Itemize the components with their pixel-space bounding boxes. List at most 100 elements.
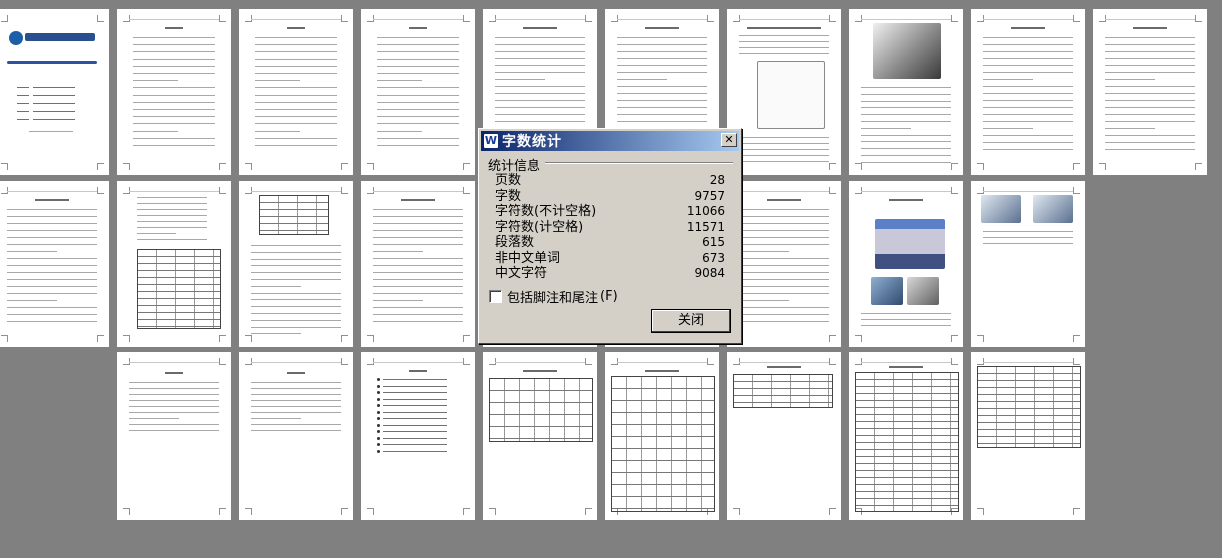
dialog-titlebar[interactable]: W 字数统计 ✕ (481, 131, 739, 151)
text-line (373, 307, 463, 308)
page-thumbnail[interactable] (361, 181, 475, 347)
text-line (739, 307, 829, 308)
text-line (255, 137, 337, 139)
text-line (1105, 44, 1195, 45)
crop-mark (829, 335, 836, 342)
text-line (983, 114, 1073, 115)
text-line (7, 286, 97, 287)
text-line (251, 418, 301, 419)
page-thumbnail[interactable] (971, 9, 1085, 175)
page-thumbnail[interactable] (483, 352, 597, 520)
cover-field-line (33, 87, 75, 88)
include-footnotes-option[interactable]: 包括脚注和尾注 (F) (489, 287, 618, 306)
text-line (129, 406, 219, 407)
text-line (495, 121, 585, 122)
page-thumbnail[interactable] (361, 352, 475, 520)
text-line (133, 130, 179, 132)
page-header-rule (129, 191, 219, 192)
crop-mark (463, 187, 470, 194)
text-line (495, 44, 585, 45)
cover-field-line (33, 95, 75, 96)
text-line (373, 251, 423, 252)
stat-value: 9757 (694, 188, 725, 203)
reference-line (383, 431, 447, 432)
page-thumbnail[interactable] (239, 9, 353, 175)
crop-mark (829, 508, 836, 515)
crop-mark (829, 15, 836, 22)
text-line (617, 121, 707, 122)
page-thumbnail[interactable] (971, 352, 1085, 520)
page-thumbnail[interactable] (1093, 9, 1207, 175)
text-line (617, 37, 707, 38)
close-icon[interactable]: ✕ (721, 133, 737, 147)
crop-mark (219, 15, 226, 22)
include-footnotes-checkbox[interactable] (489, 290, 502, 303)
text-line (133, 87, 215, 89)
text-line (251, 412, 341, 413)
page-thumbnail[interactable] (849, 181, 963, 347)
text-line (861, 313, 951, 314)
page-thumbnail[interactable] (605, 352, 719, 520)
text-line (133, 137, 215, 139)
crop-mark (855, 163, 862, 170)
page-thumbnail[interactable] (727, 352, 841, 520)
process-table (855, 372, 959, 512)
page-thumbnail[interactable] (117, 352, 231, 520)
crop-mark (97, 15, 104, 22)
page-thumbnail[interactable] (239, 352, 353, 520)
text-line (983, 243, 1073, 244)
text-line (377, 101, 459, 103)
reference-bullet (377, 449, 380, 453)
reference-line (383, 450, 447, 452)
reference-line (383, 424, 447, 426)
text-line (373, 209, 463, 210)
page-thumbnail[interactable] (849, 9, 963, 175)
text-line (861, 121, 951, 122)
page-header-rule (129, 362, 219, 363)
text-line (983, 37, 1073, 38)
text-line (255, 65, 337, 67)
text-line (739, 137, 829, 138)
stat-value: 28 (709, 173, 725, 187)
text-line (739, 272, 829, 273)
page-header-rule (861, 362, 951, 363)
page-thumbnail[interactable] (849, 352, 963, 520)
text-line (983, 93, 1073, 94)
school-name-logo (25, 33, 95, 41)
cover-date-line (29, 131, 73, 132)
stat-label: 非中文单词 (495, 250, 561, 266)
text-line (133, 109, 215, 110)
text-line (495, 37, 585, 38)
text-line (7, 258, 97, 259)
crop-mark (977, 508, 984, 515)
text-line (137, 227, 207, 228)
text-line (739, 230, 829, 231)
data-table (259, 195, 329, 235)
page-thumbnail[interactable] (0, 9, 109, 175)
text-line (983, 58, 1073, 59)
text-line (373, 258, 463, 259)
page-thumbnail[interactable] (971, 181, 1085, 347)
text-line (373, 244, 463, 245)
text-line (983, 86, 1073, 87)
page-thumbnail[interactable] (117, 9, 231, 175)
reference-line (383, 437, 447, 439)
crop-mark (463, 15, 470, 22)
crop-mark (585, 358, 592, 365)
page-thumbnail[interactable] (727, 9, 841, 175)
close-button[interactable]: 关闭 (651, 309, 731, 333)
text-line (739, 265, 829, 266)
page-thumbnail[interactable] (117, 181, 231, 347)
text-line (739, 251, 789, 252)
page-thumbnail[interactable] (0, 181, 109, 347)
page-thumbnail[interactable] (727, 181, 841, 347)
word-app-icon: W (484, 134, 498, 148)
page-thumbnail[interactable] (361, 9, 475, 175)
text-line (377, 137, 459, 139)
page-thumbnail[interactable] (239, 181, 353, 347)
text-line (739, 41, 829, 42)
simulation-photo (981, 195, 1021, 223)
page-title-block (523, 27, 557, 29)
text-line (1105, 121, 1195, 122)
crop-mark (1073, 335, 1080, 342)
